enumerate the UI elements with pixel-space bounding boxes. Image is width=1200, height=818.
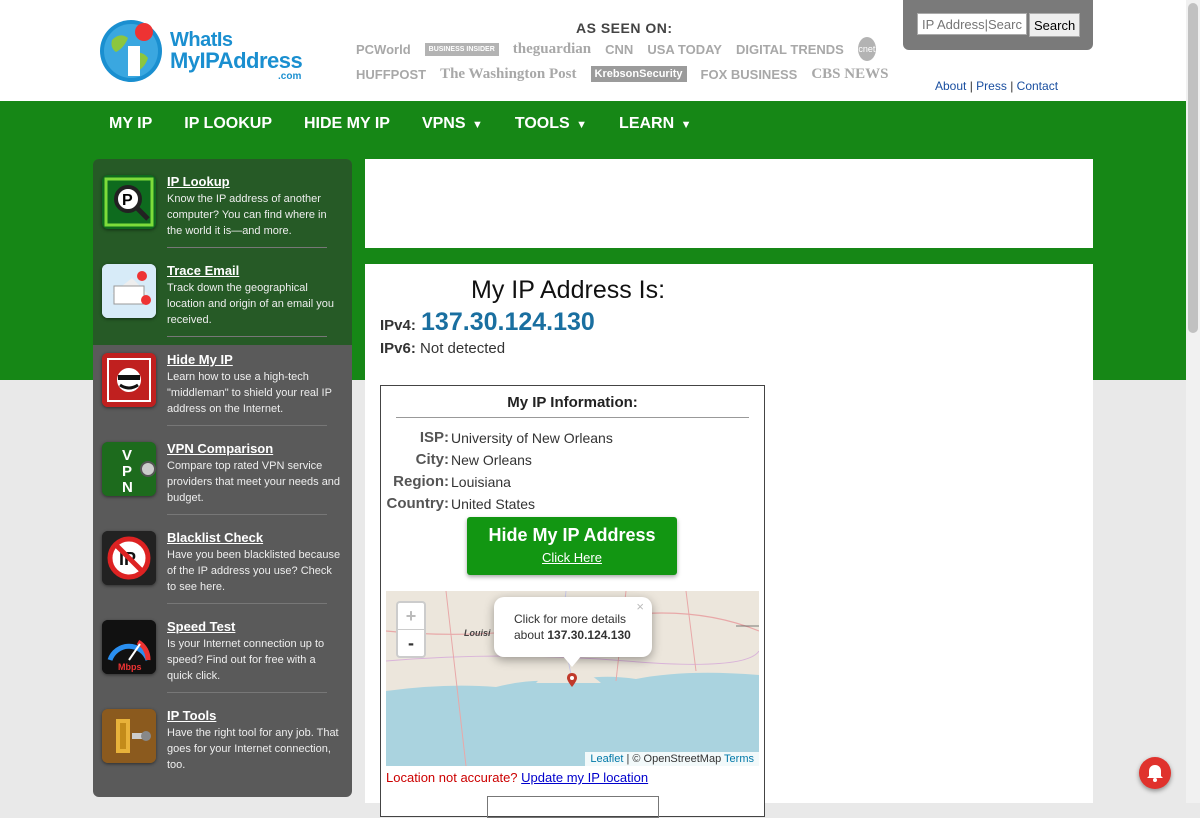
- site-logo[interactable]: WhatIs MyIPAddress .com: [98, 18, 303, 84]
- svg-text:P: P: [122, 463, 132, 480]
- info-row-country: Country: United States: [386, 495, 536, 512]
- globe-icon: [100, 20, 162, 82]
- nav-tools[interactable]: TOOLS ▼: [499, 101, 603, 147]
- info-row-isp: ISP: University of New Orleans: [419, 429, 613, 446]
- sidebar-item-hide-my-ip[interactable]: Hide My IP Learn how to use a high-tech …: [93, 337, 352, 426]
- notification-bell-icon[interactable]: [1139, 757, 1171, 789]
- search-box: Search: [903, 0, 1093, 50]
- nav-hide-my-ip[interactable]: HIDE MY IP: [288, 101, 406, 147]
- sidebar-item-trace-email[interactable]: Trace Email Track down the geographical …: [93, 248, 352, 337]
- svg-text:P: P: [122, 192, 133, 209]
- map-attribution: Leaflet | © OpenStreetMap Terms: [585, 752, 759, 766]
- zoom-in-button[interactable]: +: [398, 603, 424, 630]
- speed-test-icon: Mbps: [102, 620, 156, 674]
- ipv6-line: IPv6: Not detected: [380, 340, 506, 357]
- main-nav: MY IP IP LOOKUP HIDE MY IP VPNS ▼ TOOLS …: [93, 101, 708, 147]
- location-map[interactable]: Louisi + - × Click for more details abou…: [386, 591, 759, 766]
- sidebar-item-ip-lookup[interactable]: P IP Lookup Know the IP address of anoth…: [93, 159, 352, 248]
- cnn-logo: CNN: [605, 41, 634, 57]
- link-separator: |: [1010, 79, 1014, 93]
- guardian-logo: theguardian: [512, 40, 592, 57]
- ip-info-box: My IP Information: ISP: University of New…: [380, 385, 765, 818]
- location-accuracy-line: Location not accurate? Update my IP loca…: [386, 770, 649, 785]
- digital-trends-logo: DIGITAL TRENDS: [735, 41, 844, 57]
- nav-ip-lookup[interactable]: IP LOOKUP: [168, 101, 288, 147]
- leaflet-link[interactable]: Leaflet: [590, 753, 623, 765]
- info-row-city: City: New Orleans: [415, 451, 532, 468]
- info-row-region: Region: Louisiana: [393, 473, 511, 490]
- vpn-icon: VPN: [102, 442, 156, 496]
- nav-learn[interactable]: LEARN ▼: [603, 101, 707, 147]
- huffpost-logo: HUFFPOST: [356, 66, 427, 82]
- hide-my-ip-button[interactable]: Hide My IP Address Click Here: [467, 517, 677, 575]
- map-pin-icon[interactable]: [567, 673, 577, 687]
- about-link[interactable]: About: [935, 79, 966, 93]
- scrollbar-thumb[interactable]: [1188, 3, 1198, 333]
- close-icon[interactable]: ×: [636, 599, 644, 614]
- hide-ip-icon: [102, 353, 156, 407]
- sidebar-item-blacklist-check[interactable]: IP Blacklist Check Have you been blackli…: [93, 515, 352, 604]
- fox-business-logo: FOX BUSINESS: [700, 66, 798, 82]
- link-separator: |: [969, 79, 973, 93]
- washington-post-logo: The Washington Post: [440, 65, 577, 82]
- page-title: My IP Address Is:: [471, 276, 666, 304]
- ip-lookup-icon: P: [102, 175, 156, 229]
- sidebar: P IP Lookup Know the IP address of anoth…: [93, 159, 352, 797]
- update-location-link[interactable]: Update my IP location: [521, 770, 648, 785]
- cbs-news-logo: CBS NEWS: [811, 65, 889, 82]
- search-button[interactable]: Search: [1029, 13, 1081, 37]
- svg-text:N: N: [122, 479, 133, 496]
- press-link[interactable]: Press: [976, 79, 1007, 93]
- map-zoom-control: + -: [396, 601, 426, 658]
- blacklist-icon: IP: [102, 531, 156, 585]
- krebs-logo: KrebsonSecurity: [590, 66, 687, 82]
- sidebar-item-speed-test[interactable]: Mbps Speed Test Is your Internet connect…: [93, 604, 352, 693]
- terms-link[interactable]: Terms: [724, 753, 754, 765]
- ad-banner: [365, 159, 1093, 248]
- nav-my-ip[interactable]: MY IP: [93, 101, 168, 147]
- svg-text:V: V: [122, 447, 132, 464]
- trace-email-icon: [102, 264, 156, 318]
- main-content: My IP Address Is: IPv4: 137.30.124.130 I…: [365, 264, 1093, 818]
- divider: [396, 417, 749, 418]
- click-here-link[interactable]: Click Here: [467, 550, 677, 565]
- caret-down-icon: ▼: [576, 119, 588, 131]
- business-insider-logo: BUSINESS INSIDER: [424, 42, 499, 56]
- sidebar-item-ip-tools[interactable]: IP Tools Have the right tool for any job…: [93, 693, 352, 782]
- cnet-logo: cnet: [857, 37, 876, 61]
- ipv4-address: 137.30.124.130: [421, 308, 595, 336]
- contact-link[interactable]: Contact: [1017, 79, 1058, 93]
- svg-text:Mbps: Mbps: [118, 662, 142, 672]
- ip-tools-icon: [102, 709, 156, 763]
- info-title: My IP Information:: [507, 394, 638, 411]
- top-links: About | Press | Contact: [935, 79, 1058, 93]
- search-input[interactable]: [917, 13, 1027, 35]
- map-popup[interactable]: × Click for more details about 137.30.12…: [494, 597, 652, 667]
- ipv6-value: Not detected: [420, 340, 506, 357]
- sidebar-item-vpn-comparison[interactable]: VPN VPN Comparison Compare top rated VPN…: [93, 426, 352, 515]
- zoom-out-button[interactable]: -: [398, 630, 424, 656]
- info-table: ISP: University of New Orleans City: New O…: [386, 427, 613, 515]
- media-logos: PCWorld BUSINESS INSIDER theguardian CNN…: [356, 37, 888, 88]
- nav-vpns[interactable]: VPNS ▼: [406, 101, 499, 147]
- as-seen-on-title: AS SEEN ON:: [576, 20, 673, 36]
- caret-down-icon: ▼: [680, 119, 692, 131]
- ipv4-line: IPv4: 137.30.124.130: [380, 308, 595, 336]
- pcworld-logo: PCWorld: [356, 41, 411, 57]
- caret-down-icon: ▼: [471, 119, 483, 131]
- usatoday-logo: USA TODAY: [647, 41, 722, 57]
- svg-text:Louisi: Louisi: [464, 628, 491, 638]
- header: WhatIs MyIPAddress .com AS SEEN ON: PCWo…: [0, 0, 1186, 101]
- below-box: [487, 796, 659, 818]
- logo-text: WhatIs MyIPAddress .com: [170, 29, 303, 82]
- scrollbar[interactable]: [1186, 0, 1200, 803]
